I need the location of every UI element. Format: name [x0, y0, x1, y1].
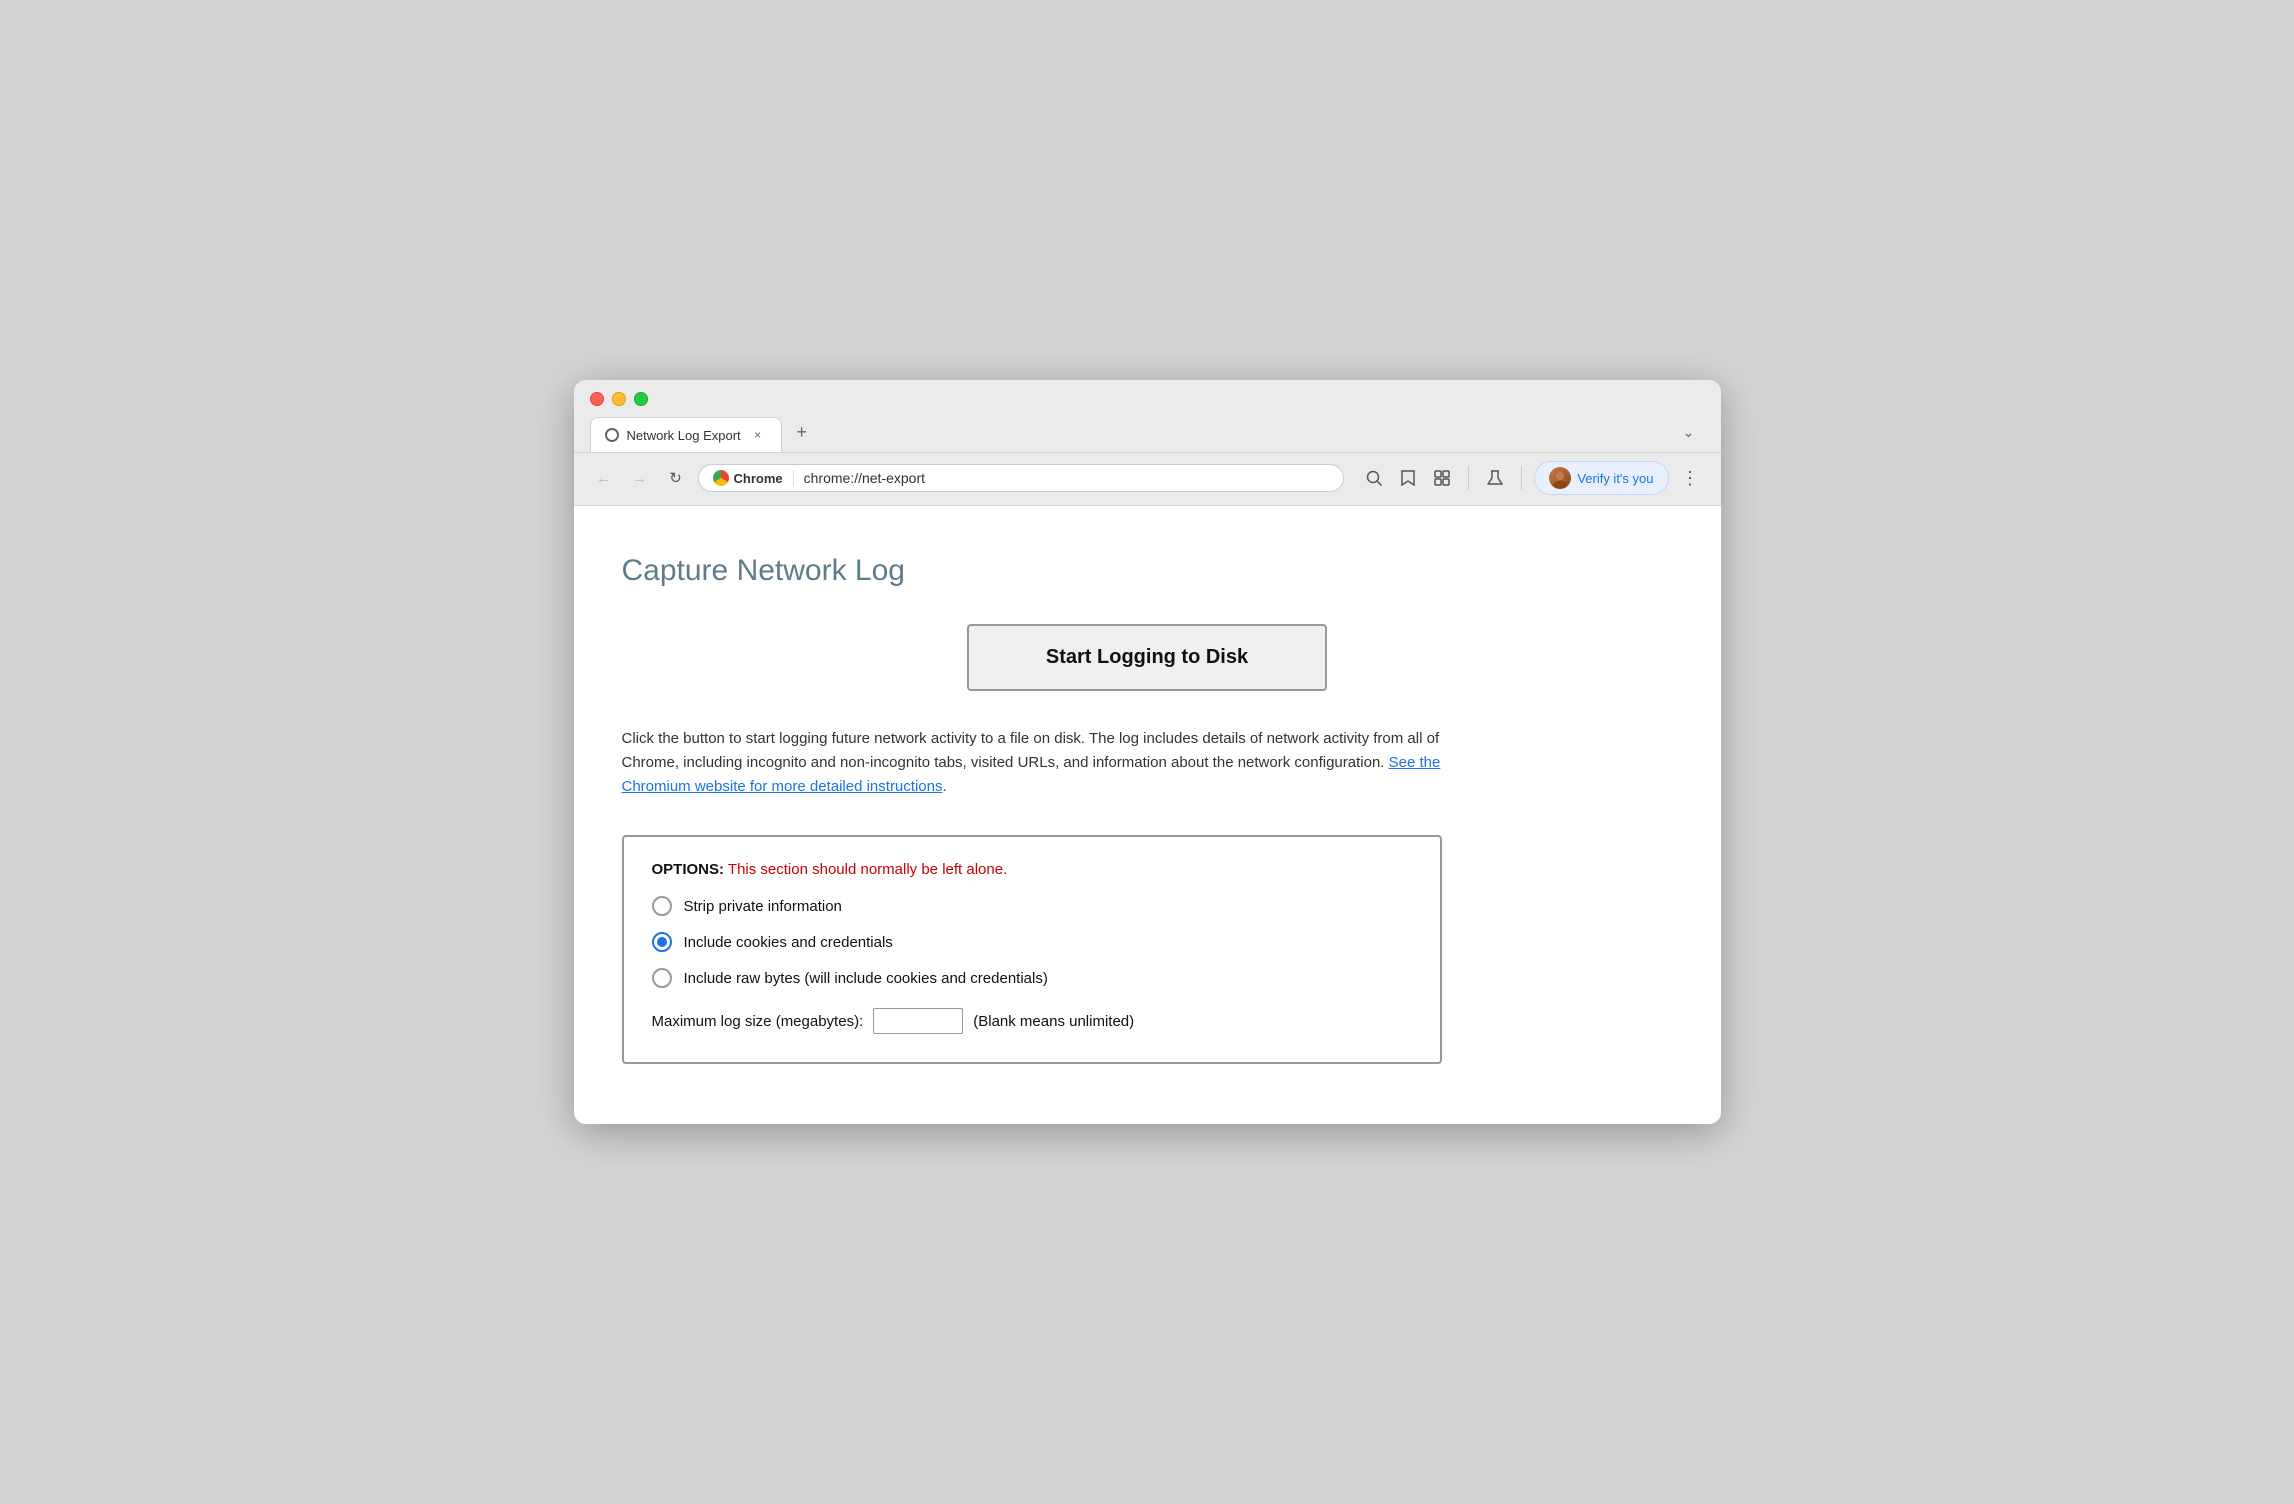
avatar-icon	[1549, 467, 1571, 489]
toolbar-divider	[1468, 466, 1469, 490]
max-log-suffix: (Blank means unlimited)	[973, 1013, 1134, 1030]
verify-button[interactable]: Verify it's you	[1534, 461, 1668, 495]
extension-icon[interactable]	[1428, 464, 1456, 492]
search-icon[interactable]	[1360, 464, 1388, 492]
radio-label-raw: Include raw bytes (will include cookies …	[684, 970, 1048, 987]
radio-cookies[interactable]: Include cookies and credentials	[652, 932, 1412, 952]
max-log-input[interactable]	[873, 1008, 963, 1034]
tab-close-button[interactable]: ×	[749, 426, 767, 444]
chrome-badge: Chrome	[713, 470, 794, 486]
start-logging-button[interactable]: Start Logging to Disk	[967, 624, 1327, 691]
radio-circle-raw	[652, 968, 672, 988]
tab-expand-button[interactable]: ⌄	[1673, 416, 1705, 448]
url-bar[interactable]: Chrome chrome://net-export	[698, 464, 1345, 492]
radio-group: Strip private information Include cookie…	[652, 896, 1412, 988]
max-log-label: Maximum log size (megabytes):	[652, 1013, 864, 1030]
radio-raw[interactable]: Include raw bytes (will include cookies …	[652, 968, 1412, 988]
description-text: Click the button to start logging future…	[622, 727, 1442, 799]
address-bar: ← → ↻ Chrome chrome://net-export	[574, 453, 1721, 506]
page-title: Capture Network Log	[622, 554, 1673, 588]
new-tab-button[interactable]: +	[786, 416, 818, 448]
radio-dot-cookies	[657, 937, 667, 947]
active-tab[interactable]: Network Log Export ×	[590, 417, 782, 452]
toolbar-divider-2	[1521, 466, 1522, 490]
url-icons	[1360, 464, 1456, 492]
refresh-button[interactable]: ↻	[662, 464, 690, 492]
chrome-logo-icon	[713, 470, 729, 486]
tab-title: Network Log Export	[627, 428, 741, 443]
options-warning: This section should normally be left alo…	[728, 861, 1007, 878]
radio-circle-strip	[652, 896, 672, 916]
max-log-row: Maximum log size (megabytes): (Blank mea…	[652, 1008, 1412, 1034]
tabs-row: Network Log Export × + ⌄	[590, 416, 1705, 452]
back-button[interactable]: ←	[590, 464, 618, 492]
radio-label-strip: Strip private information	[684, 898, 842, 915]
link-suffix: .	[942, 778, 946, 795]
radio-label-cookies: Include cookies and credentials	[684, 934, 893, 951]
forward-button[interactable]: →	[626, 464, 654, 492]
tab-favicon	[605, 428, 619, 442]
maximize-traffic-light[interactable]	[634, 392, 648, 406]
radio-circle-cookies	[652, 932, 672, 952]
verify-label: Verify it's you	[1577, 471, 1653, 486]
radio-strip[interactable]: Strip private information	[652, 896, 1412, 916]
start-button-container: Start Logging to Disk	[622, 624, 1673, 691]
close-traffic-light[interactable]	[590, 392, 604, 406]
browser-window: Network Log Export × + ⌄ ← → ↻ Chrome ch…	[574, 380, 1721, 1124]
options-label: OPTIONS:	[652, 861, 725, 878]
url-text: chrome://net-export	[804, 470, 1330, 486]
options-header: OPTIONS: This section should normally be…	[652, 861, 1412, 878]
menu-button[interactable]: ⋮	[1677, 464, 1705, 492]
bookmark-icon[interactable]	[1394, 464, 1422, 492]
page-content: Capture Network Log Start Logging to Dis…	[574, 506, 1721, 1124]
traffic-lights	[590, 392, 1705, 406]
options-box: OPTIONS: This section should normally be…	[622, 835, 1442, 1064]
chrome-label: Chrome	[734, 471, 783, 486]
title-bar: Network Log Export × + ⌄	[574, 380, 1721, 453]
description-body: Click the button to start logging future…	[622, 730, 1440, 771]
beaker-icon[interactable]	[1481, 464, 1509, 492]
minimize-traffic-light[interactable]	[612, 392, 626, 406]
